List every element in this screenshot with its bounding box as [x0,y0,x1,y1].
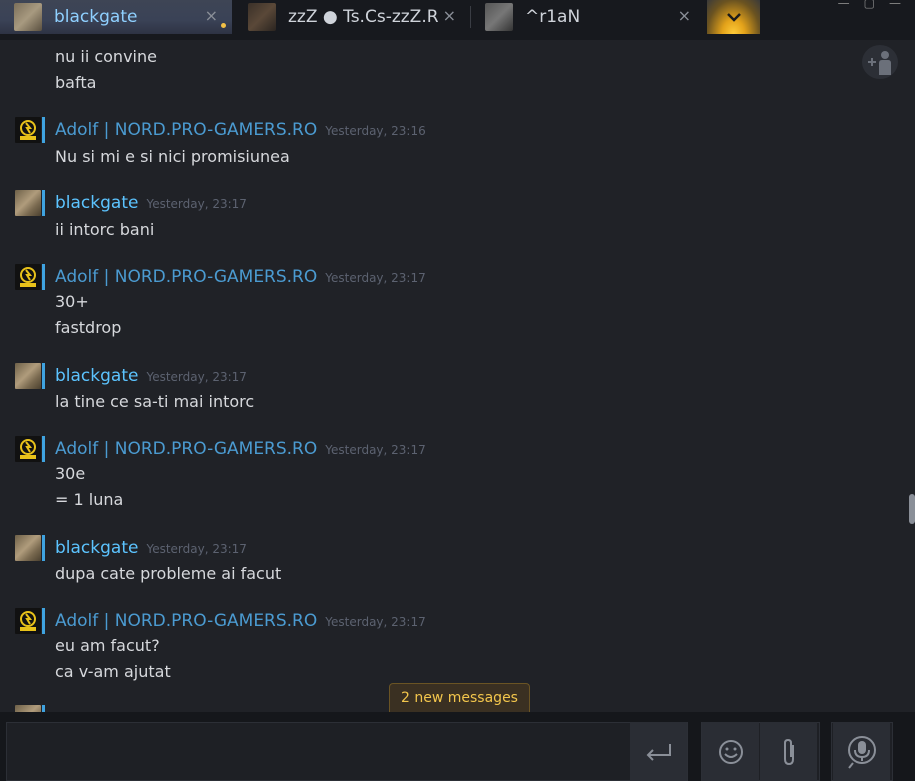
nord-logo-icon [20,120,36,140]
emoticon-button[interactable] [702,722,759,781]
message-timestamp: Yesterday, 23:17 [325,443,426,457]
online-status-bar [42,535,45,561]
tab-bar: blackgate × zzZ ● Ts.Cs-zzZ.Ro × ^r1aN ×… [0,0,915,40]
message-line: = 1 luna [55,490,124,509]
window-controls: — ▢ — [838,0,915,9]
message-line: ii intorc bani [55,220,155,239]
message-timestamp: Yesterday, 23:17 [325,271,426,285]
message-author[interactable]: blackgate Yesterday, 23:17 [55,366,247,386]
tab-blackgate[interactable]: blackgate × [0,0,232,34]
message-author[interactable]: Adolf | NORD.PRO-GAMERS.RO Yesterday, 23:… [55,611,426,631]
avatar[interactable] [15,705,41,712]
tab-r1an[interactable]: ^r1aN × [471,0,705,34]
tab-zzz[interactable]: zzZ ● Ts.Cs-zzZ.Ro × [234,0,470,34]
message-composer [0,712,915,781]
tab-label: blackgate [54,7,138,27]
online-status-bar [42,363,45,389]
nord-logo-icon [20,267,36,287]
tab-avatar [14,3,42,31]
maximize-icon[interactable]: ▢ [864,0,875,9]
avatar[interactable] [15,535,41,561]
avatar[interactable] [15,608,41,634]
tab-label: zzZ ● Ts.Cs-zzZ.Ro [288,7,438,27]
avatar[interactable] [15,363,41,389]
voice-chat-button[interactable] [833,722,890,781]
message-line: ca v-am ajutat [55,662,171,681]
message-line: 30+ [55,292,89,311]
message-author[interactable]: blackgate Yesterday, 23:17 [55,193,247,213]
chat-history[interactable]: nu ii convine bafta Adolf | NORD.PRO-GAM… [0,40,905,712]
scrollbar-thumb[interactable] [909,494,915,524]
minimize-icon[interactable]: — [838,0,850,9]
avatar[interactable] [15,190,41,216]
microphone-icon [847,735,876,769]
smiley-icon [718,739,743,764]
message-timestamp: Yesterday, 23:17 [146,542,247,556]
message-author[interactable]: Adolf | NORD.PRO-GAMERS.RO Yesterday, 23:… [55,267,426,287]
nord-logo-icon [20,611,36,631]
message-line: dupa cate probleme ai facut [55,564,282,583]
paperclip-icon [783,738,794,765]
message-line: fastdrop [55,318,122,337]
message-author[interactable]: Adolf | NORD.PRO-GAMERS.RO Yesterday, 23:… [55,120,426,140]
tab-close-icon[interactable]: × [443,6,456,25]
enter-icon [646,743,671,761]
online-status-bar [42,608,45,634]
message-author[interactable]: Adolf | NORD.PRO-GAMERS.RO Yesterday, 23:… [55,439,426,459]
message-timestamp: Yesterday, 23:17 [325,615,426,629]
tab-close-icon[interactable]: × [678,6,691,25]
close-window-icon[interactable]: — [889,0,901,9]
message-line: la tine ce sa-ti mai intorc [55,392,255,411]
chevron-down-icon [726,13,741,22]
tab-avatar [485,3,513,31]
tab-avatar [248,3,276,31]
online-status-bar [42,264,45,290]
nord-logo-icon [20,439,36,459]
avatar[interactable] [15,117,41,143]
message-timestamp: Yesterday, 23:16 [325,124,426,138]
attach-file-button[interactable] [760,722,817,781]
online-status-bar [42,190,45,216]
online-status-bar [42,117,45,143]
avatar[interactable] [15,264,41,290]
message-timestamp: Yesterday, 23:17 [146,370,247,384]
avatar[interactable] [15,436,41,462]
new-messages-indicator[interactable]: 2 new messages [389,683,530,712]
tab-overflow-button[interactable] [707,0,760,34]
send-button[interactable] [630,722,687,781]
unread-dot [221,23,226,28]
message-line: bafta [55,73,97,92]
message-line: eu am facut? [55,636,160,655]
message-line: Nu si mi e si nici promisiunea [55,147,290,166]
message-timestamp: Yesterday, 23:17 [146,197,247,211]
message-author[interactable]: blackgate Yesterday, 23:17 [55,538,247,558]
tab-label: ^r1aN [525,7,581,27]
message-line: nu ii convine [55,47,157,66]
message-line: 30e [55,464,86,483]
online-status-bar [42,436,45,462]
message-input[interactable] [6,722,688,781]
online-status-bar [42,705,45,712]
tab-close-icon[interactable]: × [205,6,218,25]
